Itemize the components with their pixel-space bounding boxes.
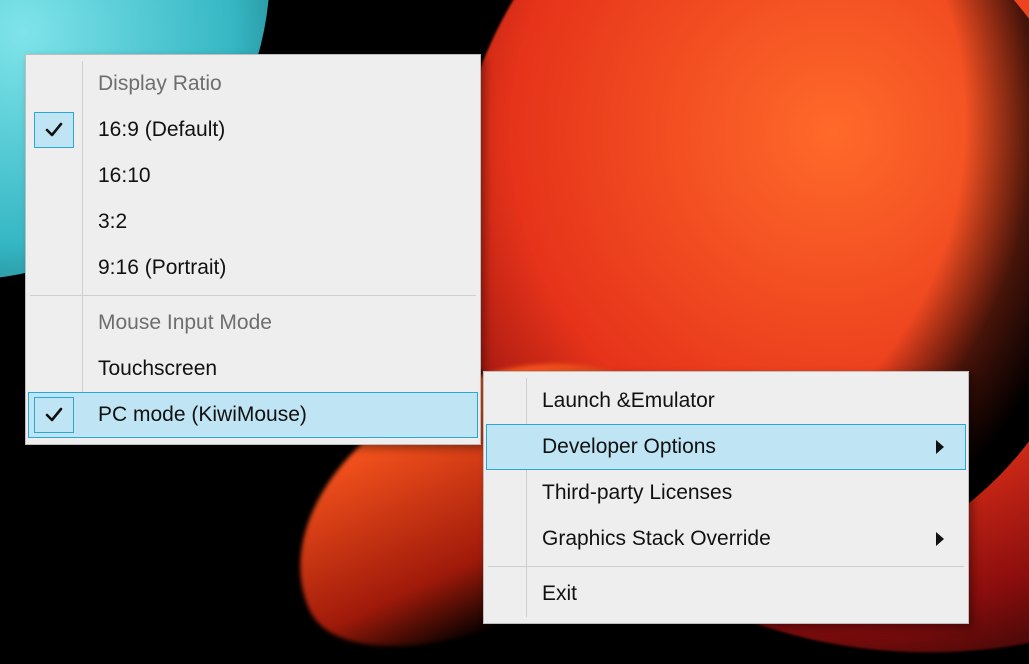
section-header-display-ratio: Display Ratio <box>28 61 478 107</box>
check-icon <box>34 112 74 148</box>
menu-item-pc-mode[interactable]: PC mode (KiwiMouse) <box>28 392 478 438</box>
developer-options-submenu: Display Ratio 16:9 (Default) 16:10 3:2 9… <box>25 54 481 445</box>
menu-item-developer-options[interactable]: Developer Options <box>486 424 966 470</box>
menu-separator <box>488 566 964 567</box>
section-header-mouse-input: Mouse Input Mode <box>28 300 478 346</box>
menu-item-ratio-9-16[interactable]: 9:16 (Portrait) <box>28 245 478 291</box>
menu-item-exit[interactable]: Exit <box>486 571 966 617</box>
menu-item-third-party-licenses[interactable]: Third-party Licenses <box>486 470 966 516</box>
main-context-menu: Launch &Emulator Developer Options Third… <box>483 371 969 624</box>
menu-item-ratio-16-9[interactable]: 16:9 (Default) <box>28 107 478 153</box>
menu-item-launch-emulator[interactable]: Launch &Emulator <box>486 378 966 424</box>
menu-item-graphics-stack-override[interactable]: Graphics Stack Override <box>486 516 966 562</box>
menu-item-touchscreen[interactable]: Touchscreen <box>28 346 478 392</box>
menu-item-ratio-3-2[interactable]: 3:2 <box>28 199 478 245</box>
menu-separator <box>30 295 476 296</box>
submenu-arrow-icon <box>936 440 944 454</box>
menu-item-ratio-16-10[interactable]: 16:10 <box>28 153 478 199</box>
check-icon <box>34 397 74 433</box>
submenu-arrow-icon <box>936 532 944 546</box>
